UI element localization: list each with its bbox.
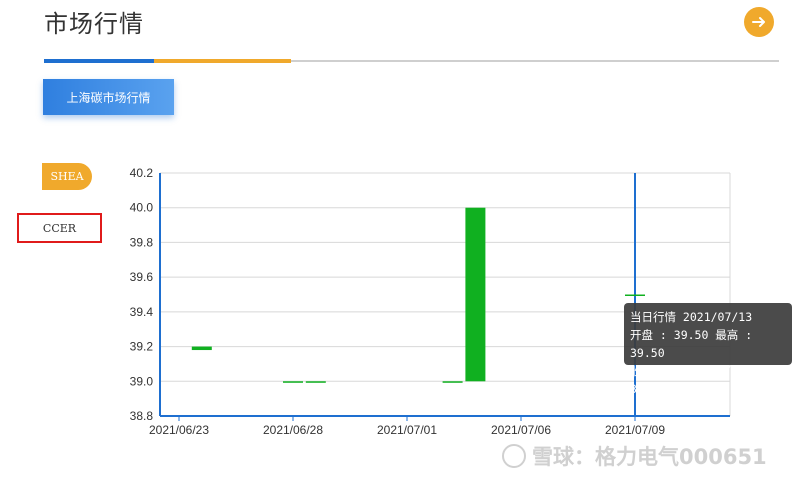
y-tick-label: 39.0 <box>130 374 154 388</box>
candlestick-chart: 40.240.039.839.639.439.239.038.82021/06/… <box>130 166 731 437</box>
y-tick-label: 39.6 <box>130 270 154 284</box>
y-tick-label: 40.2 <box>130 166 154 180</box>
y-tick-label: 40.0 <box>130 201 154 215</box>
candle <box>283 381 303 383</box>
candle <box>625 294 645 296</box>
watermark: 雪球：格力电气000651 <box>502 441 767 471</box>
candle <box>305 381 326 383</box>
y-tick-label: 38.8 <box>130 409 154 423</box>
watermark-text: 雪球：格力电气000651 <box>532 445 767 469</box>
y-tick-label: 39.2 <box>130 340 154 354</box>
x-tick-label: 2021/06/23 <box>149 423 209 437</box>
candle <box>191 346 212 351</box>
x-tick-label: 2021/07/01 <box>377 423 437 437</box>
tooltip-close-low: 收盘 : 39.50 最低 : 39.50 <box>630 364 753 396</box>
tooltip-title: 当日行情 2021/07/13 <box>630 310 753 324</box>
candle <box>442 381 463 383</box>
chart-tooltip: 当日行情 2021/07/13 开盘 : 39.50 最高 : 39.50 收盘… <box>624 303 792 396</box>
tooltip-open-high: 开盘 : 39.50 最高 : 39.50 <box>630 328 753 360</box>
x-tick-label: 2021/06/28 <box>263 423 323 437</box>
y-tick-label: 39.4 <box>130 305 154 319</box>
y-tick-label: 39.8 <box>130 235 154 249</box>
snowball-logo-icon <box>502 444 526 468</box>
x-tick-label: 2021/07/06 <box>491 423 551 437</box>
candle <box>465 207 486 382</box>
x-tick-label: 2021/07/09 <box>605 423 665 437</box>
